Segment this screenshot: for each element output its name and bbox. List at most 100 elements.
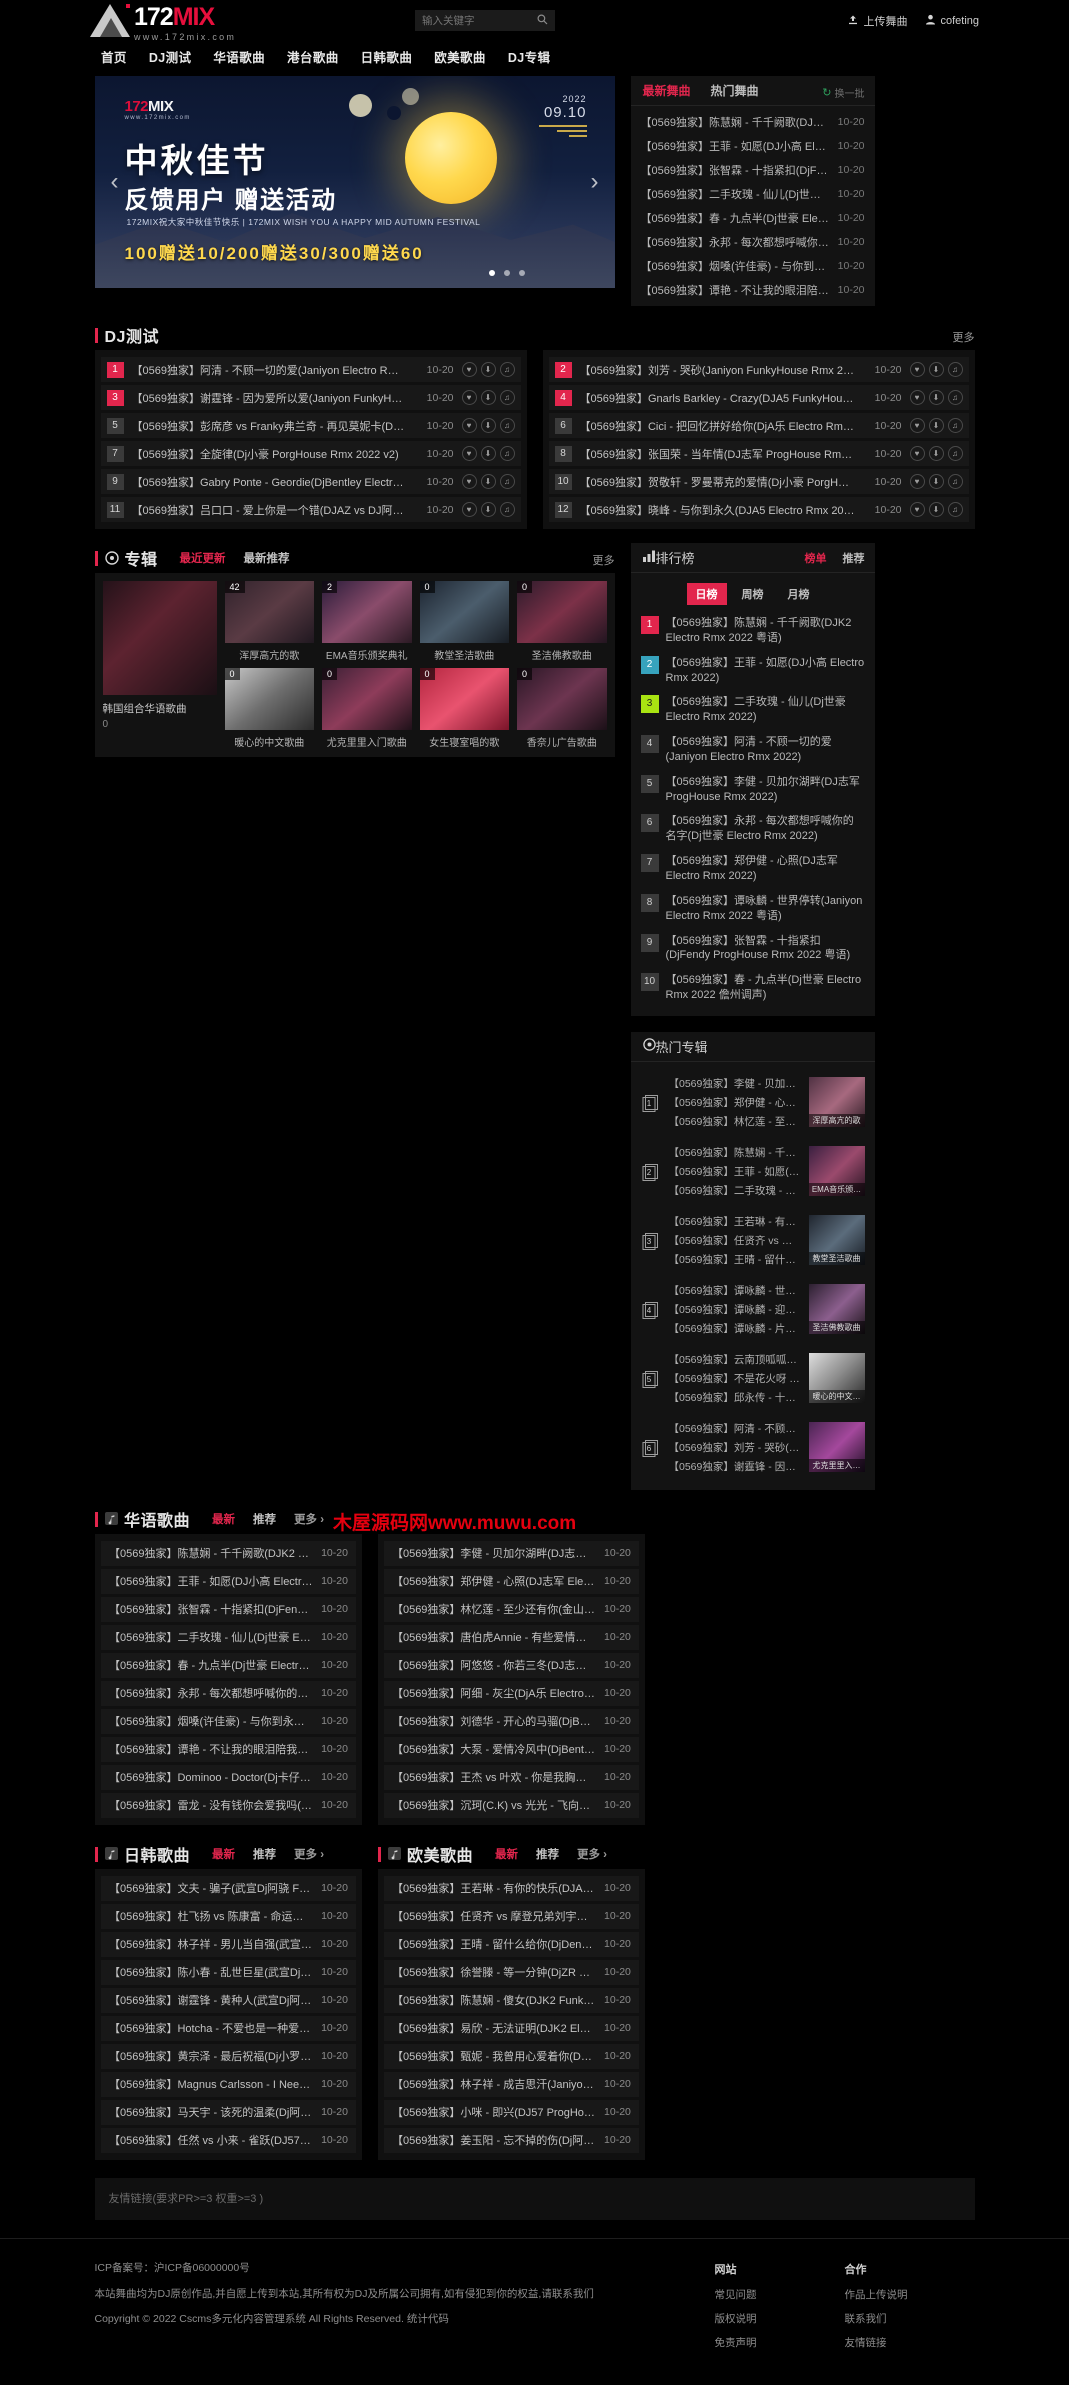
table-row[interactable]: 【0569独家】谢霆锋 - 黄种人(武宣Dj阿骁… 10-20 — [101, 1987, 356, 2013]
headphone-icon[interactable]: ♫ — [499, 502, 515, 517]
nav-item-jpkr[interactable]: 日韩歌曲 — [350, 47, 424, 66]
table-row[interactable]: 7 【0569独家】全旋律(Dj小豪 PorgHouse Rmx 2022 v2)… — [100, 441, 521, 466]
tab-eu-newest[interactable]: 最新 — [495, 1846, 518, 1862]
table-row[interactable]: 【0569独家】雷龙 - 没有钱你会爱我吗(Dj… 10-20 — [101, 1792, 356, 1818]
nav-item-chinese[interactable]: 华语歌曲 — [202, 47, 276, 66]
download-icon[interactable]: ⬇ — [928, 418, 944, 433]
table-row[interactable]: 8 【0569独家】张国荣 - 当年情(DJ志军 ProgHouse Rm… 10-… — [548, 441, 969, 466]
list-item[interactable]: 4 【0569独家】阿清 - 不顾一切的爱(Janiyon Electro Rmx… — [640, 730, 865, 770]
heart-icon[interactable]: ♥ — [461, 362, 477, 377]
album-cell[interactable]: 0 女生寝室唱的歌 — [419, 668, 509, 749]
headphone-icon[interactable]: ♫ — [499, 390, 515, 405]
list-item[interactable]: 8 【0569独家】谭咏麟 - 世界停转(Janiyon Electro Rmx … — [640, 889, 865, 929]
list-item[interactable]: 【0569独家】谭艳 - 不让我的眼泪陪我过… 10-20 — [631, 278, 875, 302]
banner-dot-2[interactable] — [503, 270, 510, 276]
upload-link[interactable]: 上传舞曲 — [847, 13, 907, 29]
table-row[interactable]: 2 【0569独家】刘芳 - 哭砂(Janiyon FunkyHouse Rmx … — [548, 357, 969, 382]
album-more-link[interactable]: 更多 — [593, 552, 615, 568]
headphone-icon[interactable]: ♫ — [947, 474, 963, 489]
site-logo[interactable]: 172MIX www.172mix.com — [90, 3, 236, 42]
table-row[interactable]: 3 【0569独家】谢霆锋 - 因为爱所以爱(Janiyon FunkyH… 10-… — [100, 385, 521, 410]
list-item[interactable]: 【0569独家】二手玫瑰 - 仙儿(Dj世豪 Elec… 10-20 — [631, 182, 875, 206]
heart-icon[interactable]: ♥ — [461, 418, 477, 433]
list-item[interactable]: 3 【0569独家】二手玫瑰 - 仙儿(Dj世豪 Electro Rmx 2022… — [640, 690, 865, 730]
table-row[interactable]: 10 【0569独家】贺敬轩 - 罗曼蒂克的爱情(Dj小豪 PorgH… 10-20… — [548, 469, 969, 494]
table-row[interactable]: 【0569独家】永邦 - 每次都想呼喊你的名… 10-20 — [101, 1680, 356, 1706]
headphone-icon[interactable]: ♫ — [499, 418, 515, 433]
table-row[interactable]: 【0569独家】谭艳 - 不让我的眼泪陪我过… 10-20 — [101, 1736, 356, 1762]
nav-item-western[interactable]: 欧美歌曲 — [423, 47, 497, 66]
album-cell[interactable]: 0 暖心的中文歌曲 — [224, 668, 314, 749]
headphone-icon[interactable]: ♫ — [947, 418, 963, 433]
table-row[interactable]: 【0569独家】任贤齐 vs 摩登兄弟刘宇宁 -… 10-20 — [383, 1903, 639, 1929]
banner-dot-3[interactable] — [518, 270, 525, 276]
album-featured[interactable]: 韩国组合华语歌曲 0 — [102, 581, 217, 749]
download-icon[interactable]: ⬇ — [928, 362, 944, 377]
table-row[interactable]: 1 【0569独家】阿清 - 不顾一切的爱(Janiyon Electro R… 1… — [100, 357, 521, 382]
headphone-icon[interactable]: ♫ — [499, 362, 515, 377]
table-row[interactable]: 【0569独家】阿悠悠 - 你若三冬(DJ志军 E… 10-20 — [383, 1652, 639, 1678]
tab-monthly-rank[interactable]: 月榜 — [779, 583, 819, 605]
table-row[interactable]: 【0569独家】任然 vs 小来 - 雀跃(DJ57 Pr… 10-20 — [101, 2127, 356, 2153]
heart-icon[interactable]: ♥ — [909, 362, 925, 377]
list-item[interactable]: 【0569独家】永邦 - 每次都想呼喊你的名… 10-20 — [631, 230, 875, 254]
footer-link-upload-guide[interactable]: 作品上传说明 — [845, 2287, 975, 2302]
table-row[interactable]: 【0569独家】王菲 - 如愿(DJ小高 Electro … 10-20 — [101, 1568, 356, 1594]
nav-item-home[interactable]: 首页 — [90, 47, 138, 66]
download-icon[interactable]: ⬇ — [928, 502, 944, 517]
tab-chinese-recommend[interactable]: 推荐 — [253, 1511, 276, 1527]
nav-item-hktw[interactable]: 港台歌曲 — [276, 47, 350, 66]
table-row[interactable]: 【0569独家】张智霖 - 十指紧扣(DjFendy … 10-20 — [101, 1596, 356, 1622]
album-cover[interactable]: 圣洁佛教歌曲 — [808, 1284, 865, 1335]
table-row[interactable]: 【0569独家】唐伯虎Annie - 有些爱情放… 10-20 — [383, 1624, 639, 1650]
table-row[interactable]: 【0569独家】小咪 - 即兴(DJ57 ProgHous… 10-20 — [383, 2099, 639, 2125]
footer-link-copyright[interactable]: 版权说明 — [715, 2311, 845, 2326]
table-row[interactable]: 【0569独家】烟嗓(许佳豪) - 与你到永久(… 10-20 — [101, 1708, 356, 1734]
tab-hot-dance[interactable]: 热门舞曲 — [711, 82, 759, 99]
download-icon[interactable]: ⬇ — [480, 362, 496, 377]
table-row[interactable]: 【0569独家】王晴 - 留什么给你(DjDeng… 10-20 — [383, 1931, 639, 1957]
album-cell[interactable]: 0 教堂圣洁歌曲 — [419, 581, 509, 662]
tab-jk-recommend[interactable]: 推荐 — [253, 1846, 276, 1862]
table-row[interactable]: 【0569独家】陈慧娴 - 傻女(DJK2 FunkyH… 10-20 — [383, 1987, 639, 2013]
table-row[interactable]: 【0569独家】黄宗泽 - 最后祝福(Dj小罗 El… 10-20 — [101, 2043, 356, 2069]
nav-item-djalbum[interactable]: DJ专辑 — [497, 47, 562, 66]
list-item[interactable]: 2 【0569独家】王菲 - 如愿(DJ小高 Electro Rmx 2022) — [640, 651, 865, 691]
album-cell[interactable]: 0 香奈儿广告歌曲 — [517, 668, 607, 749]
table-row[interactable]: 【0569独家】马天宇 - 该死的温柔(Dj阿雄… 10-20 — [101, 2099, 356, 2125]
download-icon[interactable]: ⬇ — [480, 446, 496, 461]
list-item[interactable]: 1 【0569独家】陈慧娴 - 千千阙歌(DJK2 Electro Rmx 202… — [640, 611, 865, 651]
headphone-icon[interactable]: ♫ — [499, 474, 515, 489]
list-item[interactable]: 1 【0569独家】李健 - 贝加尔湖… 【0569独家】郑伊健 - 心照(D… 【… — [639, 1068, 867, 1137]
dj-test-more-link[interactable]: 更多 — [953, 329, 975, 345]
table-row[interactable]: 【0569独家】王若琳 - 有你的快乐(DJAZ … 10-20 — [383, 1875, 639, 1901]
chinese-more-link[interactable]: 更多 › — [294, 1511, 324, 1527]
album-cell[interactable]: 2 EMA音乐颁奖典礼 — [322, 581, 412, 662]
table-row[interactable]: 【0569独家】陈慧娴 - 千千阙歌(DJK2 Ele… 10-20 — [101, 1540, 356, 1566]
album-cover[interactable]: EMA音乐颁… — [808, 1146, 865, 1197]
album-cover[interactable]: 教堂圣洁歌曲 — [808, 1215, 865, 1266]
list-item[interactable]: 【0569独家】春 - 九点半(Dj世豪 Electro … 10-20 — [631, 206, 875, 230]
heart-icon[interactable]: ♥ — [461, 474, 477, 489]
album-cell[interactable]: 0 圣洁佛教歌曲 — [517, 581, 607, 662]
table-row[interactable]: 【0569独家】甄妮 - 我曾用心爱着你(DJK… 10-20 — [383, 2043, 639, 2069]
headphone-icon[interactable]: ♫ — [947, 446, 963, 461]
table-row[interactable]: 【0569独家】大泵 - 爱情冷风中(DjBentle… 10-20 — [383, 1736, 639, 1762]
table-row[interactable]: 4 【0569独家】Gnarls Barkley - Crazy(DJA5 Fun… — [548, 385, 969, 410]
refresh-button[interactable]: ↻ 换一批 — [822, 85, 864, 100]
tab-rank-list[interactable]: 榜单 — [805, 550, 827, 566]
heart-icon[interactable]: ♥ — [909, 502, 925, 517]
table-row[interactable]: 【0569独家】陈小春 - 乱世巨星(武宣Dj阿… 10-20 — [101, 1959, 356, 1985]
search-icon[interactable] — [537, 14, 548, 25]
list-item[interactable]: 【0569独家】陈慧娴 - 千千阙歌(DJK2 Ele… 10-20 — [631, 110, 875, 134]
eu-more-link[interactable]: 更多 › — [577, 1846, 607, 1862]
jk-more-link[interactable]: 更多 › — [294, 1846, 324, 1862]
tab-newest-recommend[interactable]: 最新推荐 — [244, 550, 290, 566]
tab-jk-newest[interactable]: 最新 — [212, 1846, 235, 1862]
table-row[interactable]: 5 【0569独家】彭席彦 vs Franky弗兰奇 - 再见莫妮卡(D… 10-2… — [100, 413, 521, 438]
footer-link-contact[interactable]: 联系我们 — [845, 2311, 975, 2326]
headphone-icon[interactable]: ♫ — [947, 362, 963, 377]
banner-dot-1[interactable] — [488, 270, 495, 276]
promo-banner[interactable]: 172MIX www.172mix.com 中秋佳节 反馈用户 赠送活动 172… — [94, 76, 615, 288]
album-cover[interactable]: 尤克里里入… — [808, 1422, 865, 1473]
